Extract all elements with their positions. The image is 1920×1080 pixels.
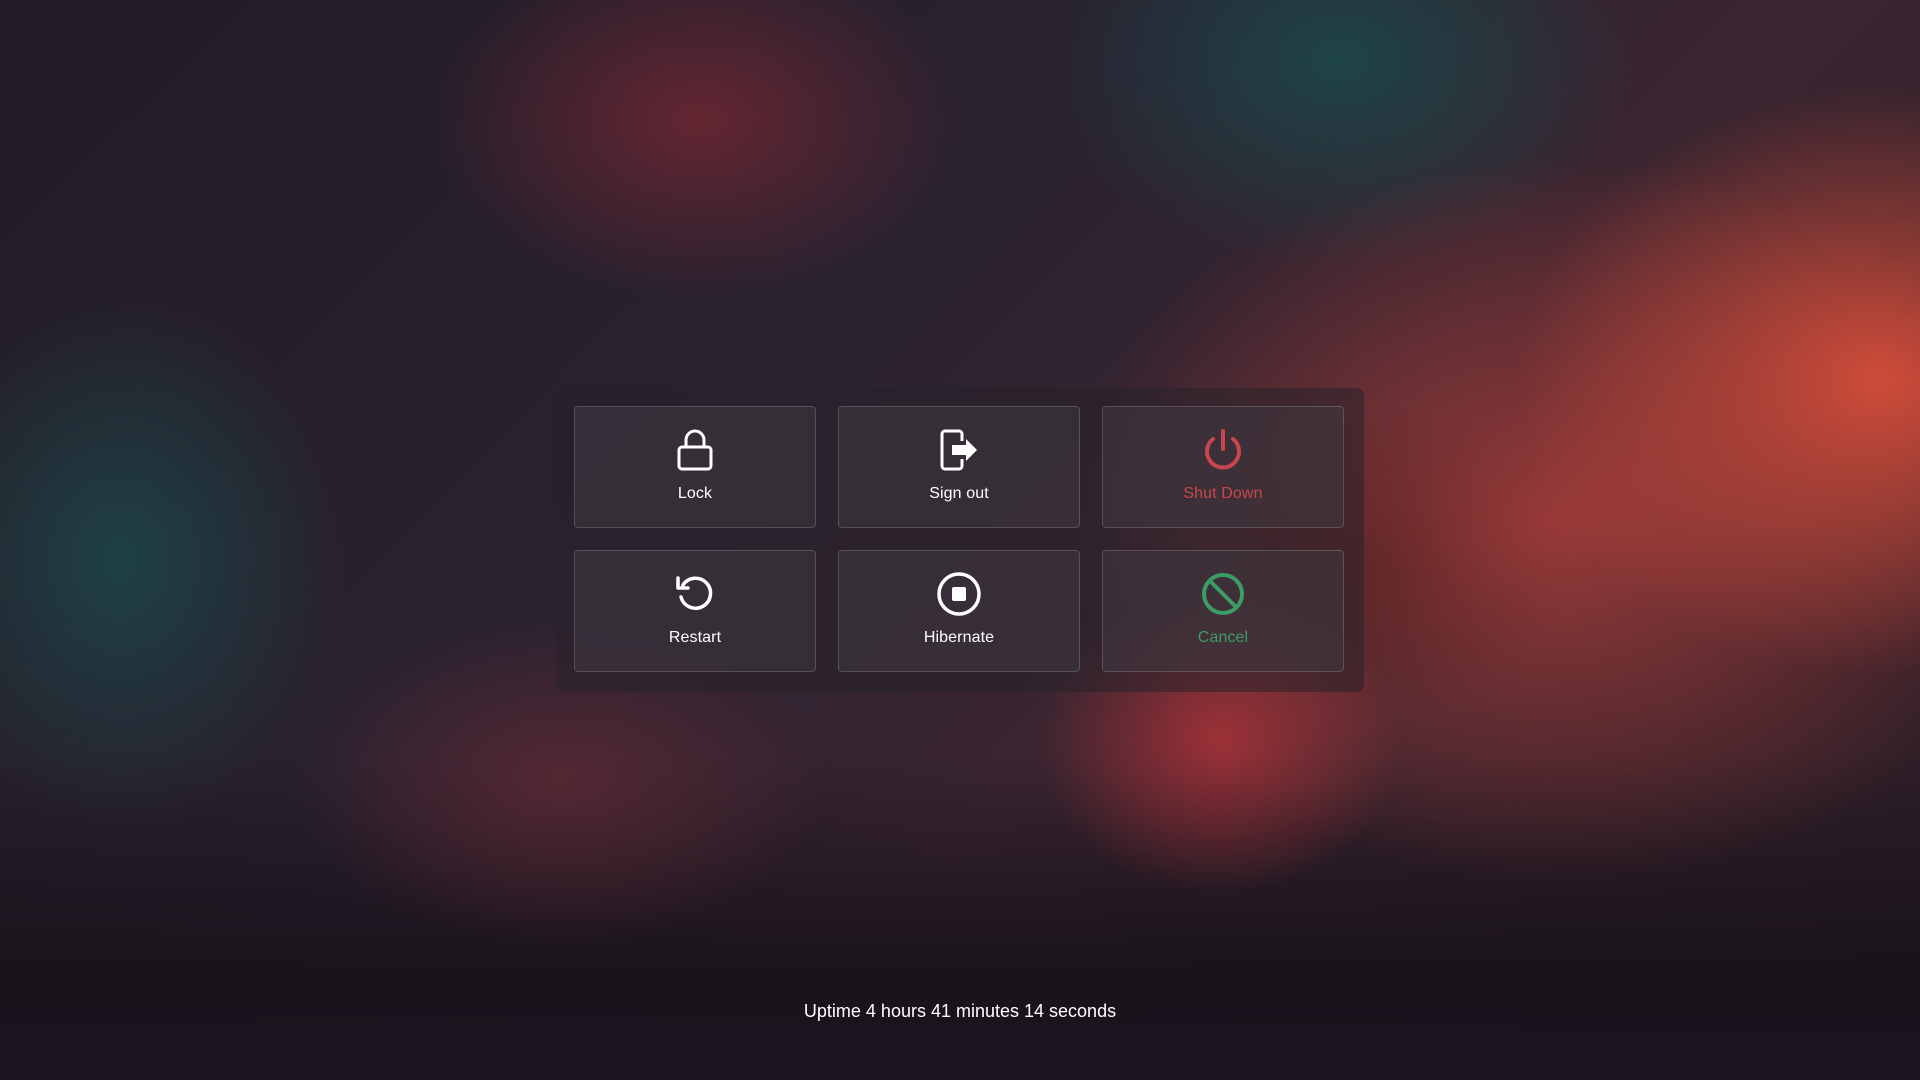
restart-button[interactable]: Restart xyxy=(574,550,816,672)
power-actions-grid: Lock Sign out Shut Down Restart Hibernat… xyxy=(574,406,1344,672)
sign-out-icon xyxy=(936,427,982,473)
lock-icon xyxy=(672,427,718,473)
power-icon xyxy=(1200,427,1246,473)
hibernate-icon xyxy=(936,571,982,617)
lock-button[interactable]: Lock xyxy=(574,406,816,528)
power-menu-panel: Lock Sign out Shut Down Restart Hibernat… xyxy=(556,388,1364,692)
restart-label: Restart xyxy=(668,629,722,646)
cancel-icon xyxy=(1200,571,1246,617)
shut-down-label: Shut Down xyxy=(1183,485,1263,502)
cancel-label: Cancel xyxy=(1197,629,1249,646)
hibernate-button[interactable]: Hibernate xyxy=(838,550,1080,672)
shut-down-button[interactable]: Shut Down xyxy=(1102,406,1344,528)
sign-out-label: Sign out xyxy=(929,485,989,502)
restart-icon xyxy=(672,571,718,617)
cancel-button[interactable]: Cancel xyxy=(1102,550,1344,672)
hibernate-label: Hibernate xyxy=(923,629,995,646)
lock-label: Lock xyxy=(677,485,713,502)
uptime-text: Uptime 4 hours 41 minutes 14 seconds xyxy=(803,1001,1117,1021)
sign-out-button[interactable]: Sign out xyxy=(838,406,1080,528)
